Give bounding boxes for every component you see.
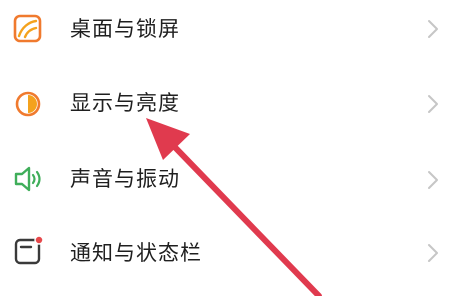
chevron-right-icon: [428, 171, 438, 189]
settings-item-desktop-lockscreen[interactable]: 桌面与锁屏: [0, 0, 457, 60]
chevron-right-icon: [428, 20, 438, 38]
settings-item-notifications-statusbar[interactable]: 通知与状态栏: [0, 222, 457, 282]
settings-item-label: 声音与振动: [70, 167, 180, 191]
speaker-icon: [14, 166, 41, 192]
wallpaper-icon: [13, 14, 42, 43]
chevron-right-icon: [428, 95, 438, 113]
notification-icon: [14, 235, 44, 265]
settings-item-display-brightness[interactable]: 显示与亮度: [0, 73, 457, 133]
settings-list: 桌面与锁屏 显示与亮度 声音与振动 通知与状态栏: [0, 0, 457, 296]
settings-item-label: 桌面与锁屏: [70, 17, 180, 41]
chevron-right-icon: [428, 244, 438, 262]
brightness-icon: [15, 91, 41, 117]
settings-item-sound-vibration[interactable]: 声音与振动: [0, 149, 457, 209]
settings-item-label: 显示与亮度: [70, 91, 180, 115]
settings-item-label: 通知与状态栏: [70, 241, 202, 265]
